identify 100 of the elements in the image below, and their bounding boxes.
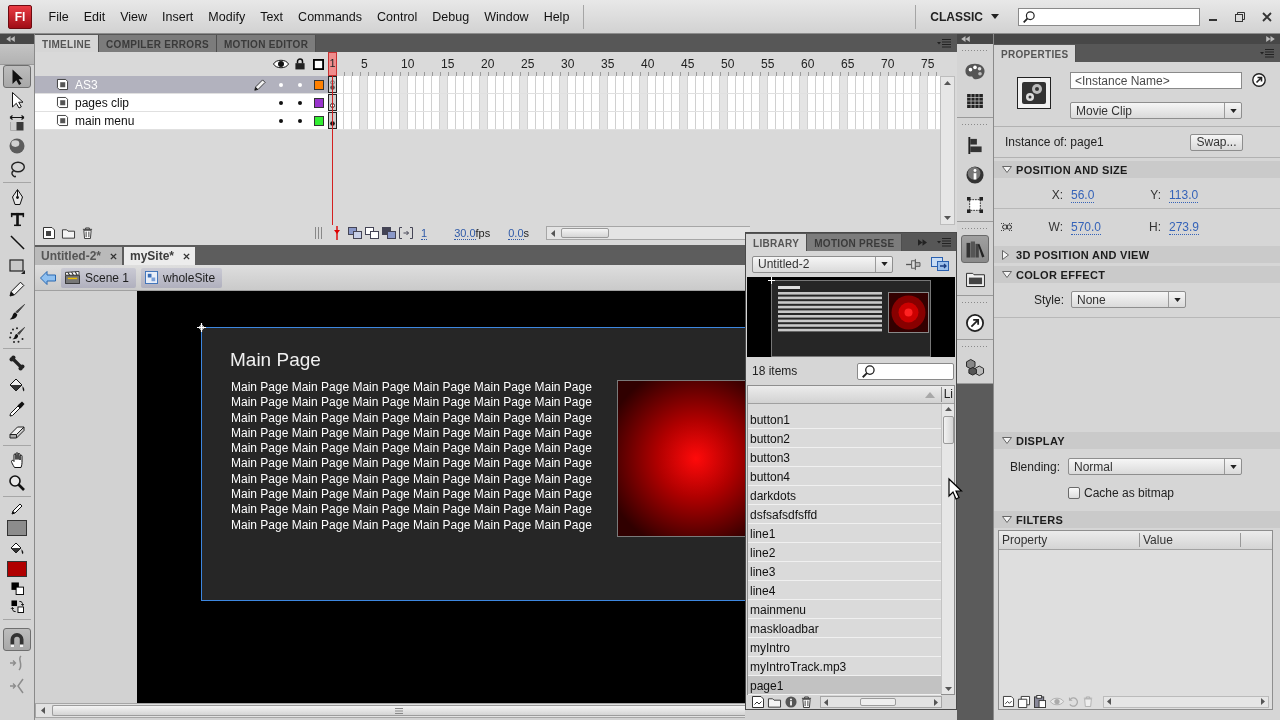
back-arrow-icon[interactable]	[40, 270, 56, 285]
horizontal-scrollbar[interactable]	[546, 226, 751, 240]
scrollbar-thumb[interactable]	[942, 416, 954, 444]
checkbox-label[interactable]: Cache as bitmap	[1084, 485, 1175, 500]
eye-icon[interactable]	[272, 59, 289, 69]
chain-link-icon[interactable]	[1000, 221, 1014, 233]
frame-rate[interactable]: 30.0	[454, 226, 476, 240]
overlapping-outline-squares-icon[interactable]	[365, 227, 379, 239]
library-item[interactable]: mainmenu	[748, 600, 941, 619]
menu-item[interactable]: File	[41, 6, 77, 27]
stacked-windows-icon[interactable]	[931, 257, 949, 271]
scrollbar-thumb[interactable]	[52, 705, 745, 716]
expand-arrows-icon[interactable]	[1266, 36, 1275, 42]
menu-item[interactable]: Debug	[424, 6, 477, 27]
library-item[interactable]: myIntro	[748, 638, 941, 657]
search-field[interactable]	[1018, 7, 1200, 26]
outline-square-icon[interactable]	[313, 58, 324, 70]
playhead[interactable]: 1	[328, 52, 337, 76]
scroll-up-icon[interactable]	[944, 407, 952, 411]
menu-item[interactable]: View	[112, 6, 155, 27]
divider-grip-icon[interactable]	[315, 227, 322, 239]
layer-page-icon[interactable]	[43, 227, 55, 239]
close-icon[interactable]	[110, 252, 117, 260]
number-field[interactable]: 570.0	[1071, 220, 1102, 235]
search-field[interactable]	[857, 362, 954, 380]
scroll-left-icon[interactable]	[824, 698, 828, 706]
vertical-scrollbar[interactable]	[940, 76, 955, 225]
lock-icon[interactable]	[294, 58, 305, 70]
scrollbar-thumb[interactable]	[860, 698, 896, 706]
menu-item[interactable]: Help	[536, 6, 577, 27]
section-header[interactable]: FILTERS	[994, 511, 1280, 528]
tool-button[interactable]	[3, 628, 31, 651]
library-item[interactable]: line1	[748, 524, 941, 543]
horizontal-scrollbar[interactable]	[820, 696, 942, 708]
scroll-right-icon[interactable]	[1261, 698, 1265, 705]
visibility-dot-icon[interactable]	[278, 82, 283, 87]
library-item[interactable]: button4	[748, 467, 941, 486]
library-item[interactable]: maskloadbar	[748, 619, 941, 638]
layer-row[interactable]: pages clip	[35, 94, 328, 112]
collapse-arrows-icon[interactable]	[961, 36, 970, 42]
number-field[interactable]: 113.0	[1169, 188, 1199, 203]
scroll-left-icon[interactable]	[1107, 698, 1111, 705]
info-icon[interactable]	[785, 696, 797, 708]
close-icon[interactable]	[183, 252, 191, 260]
current-frame[interactable]: 1	[421, 226, 428, 240]
blending-dropdown[interactable]: Normal	[1068, 458, 1242, 475]
lock-dot-icon[interactable]	[297, 118, 302, 123]
section-header[interactable]: DISPLAY	[994, 432, 1280, 449]
close-icon[interactable]	[1262, 11, 1272, 22]
clipboard-icon[interactable]	[1034, 695, 1046, 708]
brackets-arrow-icon[interactable]	[399, 227, 413, 239]
instance-name-field[interactable]: <Instance Name>	[1070, 72, 1242, 89]
menu-item[interactable]: Window	[476, 6, 537, 27]
layer-color-swatch[interactable]	[313, 115, 324, 126]
scroll-down-icon[interactable]	[944, 687, 952, 691]
style-dropdown[interactable]: None	[1071, 291, 1186, 308]
library-item[interactable]: dsfsafsdfsffd	[748, 505, 941, 524]
section-header[interactable]: 3D POSITION AND VIEW	[994, 246, 1280, 263]
section-header[interactable]: COLOR EFFECT	[994, 266, 1280, 283]
arrow-circle-icon[interactable]	[1252, 73, 1266, 87]
panel-tab[interactable]: TIMELINE	[35, 35, 100, 52]
layer-row[interactable]: main menu	[35, 112, 328, 130]
duplicate-icon[interactable]	[1018, 695, 1030, 708]
library-item[interactable]: button3	[748, 448, 941, 467]
toolbox-grip[interactable]	[0, 44, 34, 65]
scroll-down-icon[interactable]	[944, 216, 951, 220]
library-item[interactable]: button2	[748, 429, 941, 448]
library-item[interactable]: line2	[748, 543, 941, 562]
page-icon[interactable]	[1003, 696, 1014, 707]
number-field[interactable]: 56.0	[1071, 188, 1095, 203]
library-item[interactable]: button1	[748, 410, 941, 429]
scroll-up-icon[interactable]	[944, 81, 951, 85]
menu-item[interactable]: Commands	[290, 6, 370, 27]
scroll-right-icon[interactable]	[934, 698, 938, 706]
menu-item[interactable]: Text	[252, 6, 291, 27]
scroll-left-icon[interactable]	[551, 229, 556, 237]
menu-item[interactable]: Control	[369, 6, 425, 27]
menu-item[interactable]: Modify	[200, 6, 253, 27]
visibility-dot-icon[interactable]	[278, 118, 283, 123]
horizontal-scrollbar[interactable]	[35, 703, 745, 718]
column-header[interactable]: Li	[940, 387, 954, 402]
panel-tab[interactable]: PROPERTIES	[994, 45, 1077, 62]
horizontal-scrollbar[interactable]	[1103, 695, 1269, 708]
swap-colors-icon[interactable]	[10, 599, 24, 613]
column-header[interactable]: Value	[1140, 533, 1241, 547]
symbol-type-dropdown[interactable]: Movie Clip	[1070, 102, 1242, 119]
library-item[interactable]: page1	[748, 676, 941, 695]
cache-checkbox[interactable]	[1068, 486, 1080, 499]
page-icon[interactable]	[752, 696, 764, 708]
trash-icon[interactable]	[801, 696, 812, 708]
column-header[interactable]: Property	[999, 533, 1140, 547]
lock-dot-icon[interactable]	[297, 82, 302, 87]
folder-icon[interactable]	[62, 227, 75, 239]
layer-color-swatch[interactable]	[313, 79, 324, 90]
breadcrumb-item[interactable]: Scene 1	[61, 267, 137, 288]
pin-icon[interactable]	[906, 257, 921, 271]
menu-item[interactable]: Insert	[154, 6, 201, 27]
restore-icon[interactable]	[1235, 11, 1245, 22]
lock-dot-icon[interactable]	[297, 100, 302, 105]
panel-tab[interactable]: LIBRARY	[746, 234, 808, 251]
